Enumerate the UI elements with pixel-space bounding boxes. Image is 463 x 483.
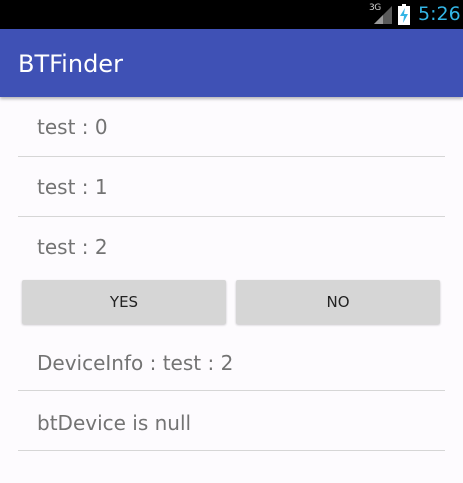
signal-icon <box>374 6 392 24</box>
app-title: BTFinder <box>18 50 123 78</box>
bt-device-status-item: btDevice is null <box>18 391 445 451</box>
device-info-item: DeviceInfo : test : 2 <box>18 331 445 391</box>
list-item-label: test : 2 <box>37 235 108 259</box>
status-time: 5:26 <box>418 3 461 25</box>
info-list: DeviceInfo : test : 2 btDevice is null <box>18 331 445 451</box>
list-item[interactable]: test : 2 <box>18 217 445 277</box>
list-item-label: test : 1 <box>37 175 108 199</box>
status-bar: 3G 5:26 <box>0 0 463 29</box>
bt-device-status-text: btDevice is null <box>37 411 192 435</box>
battery-charging-icon <box>398 4 410 25</box>
no-button[interactable]: NO <box>236 280 440 324</box>
device-list: test : 0 test : 1 test : 2 <box>18 97 445 277</box>
list-item[interactable]: test : 1 <box>18 157 445 217</box>
list-item-label: test : 0 <box>37 115 108 139</box>
button-row: YES NO <box>22 280 440 324</box>
list-item[interactable]: test : 0 <box>18 97 445 157</box>
device-info-text: DeviceInfo : test : 2 <box>37 351 234 375</box>
app-bar: BTFinder <box>0 29 463 97</box>
yes-button[interactable]: YES <box>22 280 226 324</box>
